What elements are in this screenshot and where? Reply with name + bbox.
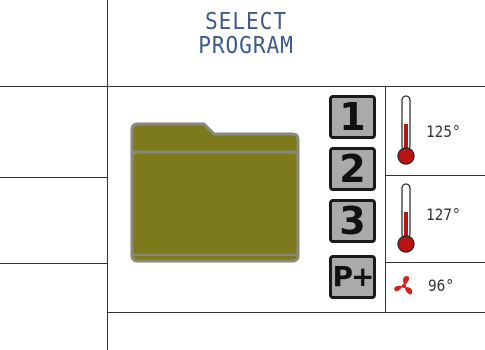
thermometer-icon (397, 183, 415, 253)
temperature-value-2: 127° (426, 205, 461, 224)
program-3-button[interactable]: 3 (329, 199, 376, 243)
title-line-2: PROGRAM (198, 33, 294, 59)
temperature-readout-1: 125° (386, 88, 485, 174)
program-3-label: 3 (339, 199, 366, 243)
folder-icon (130, 122, 300, 263)
program-1-button[interactable]: 1 (329, 95, 376, 139)
title-line-1: SELECT (205, 9, 287, 35)
left-slot-3[interactable] (0, 264, 107, 350)
temperature-value-1: 125° (426, 122, 461, 141)
fan-icon (394, 276, 413, 295)
program-plus-label: P+ (332, 260, 375, 293)
thermometer-icon (397, 95, 415, 165)
left-slot-1[interactable] (0, 87, 107, 177)
fan-value: 96° (428, 276, 455, 295)
left-column-divider (107, 0, 108, 350)
page-title: SELECT PROGRAM (119, 10, 373, 58)
footer-area (108, 313, 485, 350)
program-2-button[interactable]: 2 (329, 147, 376, 191)
program-folder[interactable] (128, 120, 301, 265)
program-plus-button[interactable]: P+ (329, 255, 376, 299)
program-2-label: 2 (339, 147, 366, 191)
fan-readout: 96° (386, 263, 485, 311)
program-1-label: 1 (339, 95, 366, 139)
left-slot-2[interactable] (0, 178, 107, 263)
temperature-readout-2: 127° (386, 176, 485, 262)
